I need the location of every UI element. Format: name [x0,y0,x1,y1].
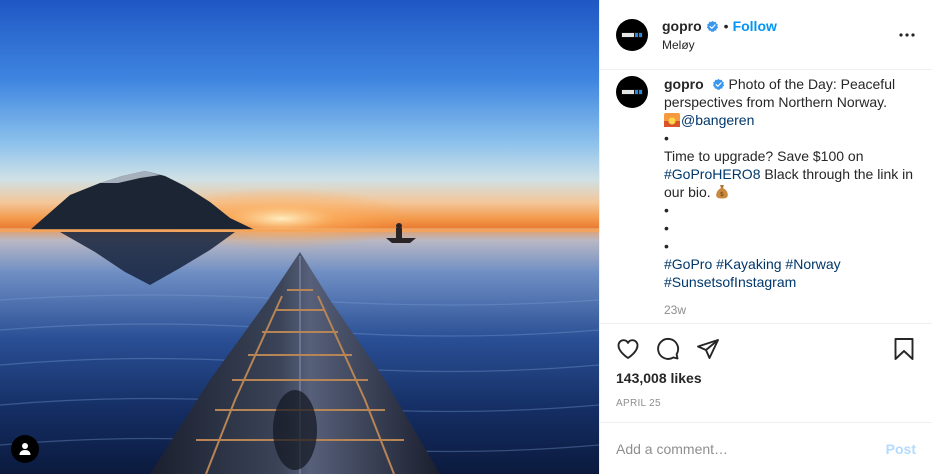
caption-dot: • [664,130,669,146]
follow-button[interactable]: Follow [733,18,777,34]
money-bag-emoji-icon: $ [715,185,728,199]
post-photo[interactable] [0,0,599,474]
hashtag-goprohero8[interactable]: #GoProHERO8 [664,166,760,182]
add-comment-bar: Post [600,422,932,474]
header-row: gopro • Follow [662,17,777,35]
caption-dot: • [664,220,669,236]
post-comment-button[interactable]: Post [886,441,916,457]
verified-badge-icon [712,78,725,91]
caption-username[interactable]: gopro [664,76,704,92]
gopro-logo-icon [621,31,643,38]
action-bar [616,324,916,374]
avatar[interactable] [616,18,648,51]
upgrade-text-before: Time to upgrade? Save $100 on [664,148,864,164]
comments-area: gopro Photo of the Day: Peaceful perspec… [600,70,932,323]
user-icon [19,443,31,455]
post-side-panel: gopro • Follow Meløy gopro Photo of the … [599,0,932,474]
comment-button[interactable] [656,337,680,361]
caption-time-ago[interactable]: 23w [664,301,916,319]
caption-dot: • [664,202,669,218]
separator-dot: • [723,18,729,34]
instagram-post: gopro • Follow Meløy gopro Photo of the … [0,0,932,474]
actions-area: 143,008 likes APRIL 25 [600,323,932,422]
header-texts: gopro • Follow Meløy [662,17,777,52]
comment-icon [657,338,680,360]
caption-avatar[interactable] [616,76,648,108]
heart-icon [617,339,639,359]
more-options-button[interactable] [898,26,916,44]
caption-dot: • [664,238,669,254]
mention-link[interactable]: @bangeren [681,112,754,128]
caption-upgrade-text: Time to upgrade? Save $100 on #GoProHERO… [664,147,916,201]
like-button[interactable] [616,337,640,361]
kayak-sunset-image [0,0,599,474]
svg-text:$: $ [720,190,724,198]
sunset-emoji-icon [664,113,680,127]
post-caption: gopro Photo of the Day: Peaceful perspec… [664,75,916,323]
post-date[interactable]: APRIL 25 [616,398,916,422]
header-username[interactable]: gopro [662,18,702,34]
save-button[interactable] [892,337,916,361]
share-icon [697,339,719,359]
hashtag-kayaking[interactable]: #Kayaking [716,256,781,272]
hashtag-sunsetsofinstagram[interactable]: #SunsetsofInstagram [664,274,796,290]
hashtag-gopro[interactable]: #GoPro [664,256,712,272]
verified-badge-icon [706,20,719,33]
tagged-user-button[interactable] [11,435,39,463]
hashtag-norway[interactable]: #Norway [785,256,840,272]
comment-input[interactable] [616,440,886,457]
more-icon [899,33,915,37]
gopro-logo-icon [621,89,643,95]
bookmark-icon [894,338,914,360]
caption-hashtags: #GoPro #Kayaking #Norway #SunsetsofInsta… [664,255,916,291]
caption-mention-line: @bangeren [664,111,916,129]
share-button[interactable] [696,337,720,361]
post-header: gopro • Follow Meløy [600,0,932,70]
location-link[interactable]: Meløy [662,38,777,52]
